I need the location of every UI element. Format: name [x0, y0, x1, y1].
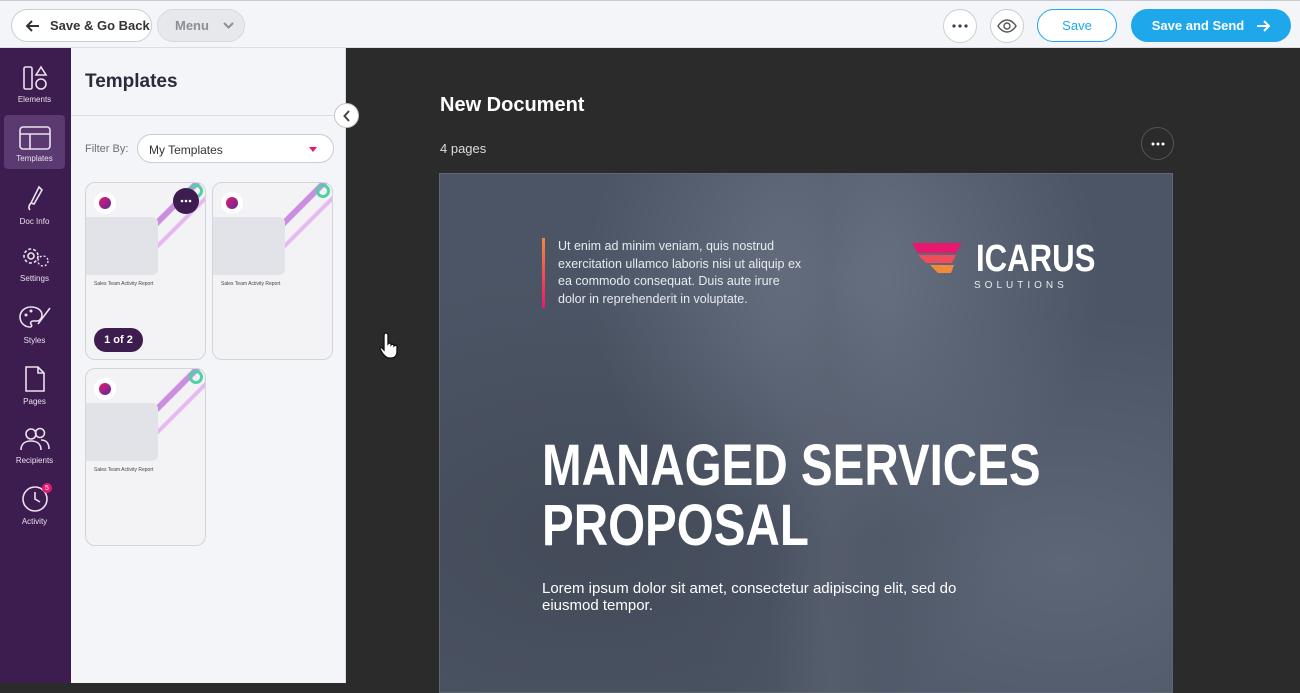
- rail-label-doc-info: Doc Info: [19, 217, 50, 226]
- template-pager-badge: 1 of 2: [94, 328, 143, 352]
- more-options-button[interactable]: [943, 9, 977, 43]
- brand-subtitle: SOLUTIONS: [974, 280, 1068, 291]
- brand-name: ICARUS: [976, 238, 1096, 280]
- rail-label-settings: Settings: [20, 274, 49, 283]
- caret-down-icon: [309, 147, 317, 152]
- more-horizontal-icon: [1151, 142, 1164, 145]
- rail-item-templates[interactable]: Templates: [4, 115, 65, 169]
- filter-value: My Templates: [149, 143, 223, 157]
- document-title[interactable]: New Document: [440, 94, 584, 117]
- headline-line-2: PROPOSAL: [542, 493, 809, 558]
- users-icon: [19, 427, 50, 451]
- headline-line-1: MANAGED SERVICES: [542, 433, 1041, 498]
- arrow-left-icon: [26, 19, 39, 32]
- rail-item-recipients[interactable]: Recipients: [4, 417, 65, 471]
- intro-quote: Ut enim ad minim veniam, quis nostrud ex…: [558, 239, 802, 306]
- hand-cursor-icon: [378, 331, 402, 364]
- proposal-headline: MANAGED SERVICES PROPOSAL: [542, 436, 1041, 556]
- template-card-3[interactable]: Sales Team Activity Report: [85, 368, 206, 546]
- rail-item-activity[interactable]: 5 Activity: [4, 478, 65, 532]
- gear-icon: [22, 248, 49, 267]
- menu-label: Menu: [175, 18, 209, 33]
- rail-label-elements: Elements: [17, 95, 52, 104]
- panel-title: Templates: [85, 71, 178, 92]
- page-count: 4 pages: [440, 141, 487, 156]
- template-thumbnail-graphic: [86, 403, 158, 461]
- rail-label-activity: Activity: [21, 517, 48, 526]
- rail-item-settings[interactable]: Settings: [4, 235, 65, 289]
- document-more-button[interactable]: [1141, 127, 1174, 160]
- template-ring-icon: [316, 184, 330, 198]
- chevron-left-icon: [342, 109, 350, 122]
- document-canvas: New Document 4 pages Ut enim ad minim ve…: [346, 48, 1300, 693]
- save-and-go-back-label: Save & Go Back: [50, 18, 150, 33]
- rail-label-styles: Styles: [23, 336, 46, 345]
- more-horizontal-icon: [952, 24, 968, 28]
- document-page-1[interactable]: Ut enim ad minim veniam, quis nostrud ex…: [439, 173, 1173, 693]
- template-name: Sales Team Activity Report: [94, 467, 154, 473]
- template-card-2[interactable]: Sales Team Activity Report: [212, 182, 333, 360]
- collapse-panel-button[interactable]: [334, 103, 359, 128]
- menu-button[interactable]: Menu: [157, 9, 245, 42]
- save-and-send-label: Save and Send: [1151, 18, 1245, 33]
- templates-panel: Templates Filter By: My Templates Sales …: [71, 48, 346, 683]
- top-toolbar: Save & Go Back Menu Save Save and Send: [0, 0, 1300, 48]
- filter-select[interactable]: My Templates: [137, 134, 334, 163]
- template-card-1[interactable]: Sales Team Activity Report 1 of 2: [85, 182, 206, 360]
- pen-icon: [27, 185, 43, 211]
- template-logo-icon: [94, 378, 116, 400]
- filter-label: Filter By:: [85, 143, 129, 155]
- rail-item-pages[interactable]: Pages: [4, 358, 65, 412]
- template-logo-icon: [94, 192, 116, 214]
- eye-icon: [997, 19, 1017, 33]
- template-thumbnail-graphic: [86, 217, 158, 275]
- brand-logo: ICARUS: [912, 240, 1122, 278]
- chevron-down-icon: [223, 22, 234, 29]
- preview-button[interactable]: [990, 9, 1024, 43]
- activity-badge: 5: [42, 483, 52, 493]
- template-logo-icon: [221, 192, 243, 214]
- templates-icon: [18, 126, 51, 150]
- more-horizontal-icon: [180, 199, 192, 203]
- save-and-send-button[interactable]: Save and Send: [1131, 9, 1291, 42]
- rail-item-elements[interactable]: Elements: [4, 56, 65, 110]
- save-and-go-back-button[interactable]: Save & Go Back: [11, 9, 152, 42]
- proposal-subline: Lorem ipsum dolor sit amet, consectetur …: [542, 580, 957, 614]
- save-button[interactable]: Save: [1037, 9, 1117, 42]
- panel-divider: [71, 115, 346, 116]
- template-thumbnail-graphic: [213, 217, 285, 275]
- template-name: Sales Team Activity Report: [94, 281, 154, 287]
- elements-icon: [22, 65, 47, 90]
- rail-item-styles[interactable]: Styles: [4, 297, 65, 351]
- rail-label-pages: Pages: [23, 397, 46, 406]
- rail-label-recipients: Recipients: [15, 456, 54, 465]
- template-more-button[interactable]: [173, 188, 199, 214]
- arrow-right-icon: [1257, 19, 1271, 32]
- quote-accent-bar: [542, 238, 545, 308]
- rail-label-templates: Templates: [16, 154, 53, 163]
- palette-icon: [18, 306, 51, 328]
- rail-item-doc-info[interactable]: Doc Info: [4, 178, 65, 232]
- save-label: Save: [1062, 18, 1092, 33]
- template-name: Sales Team Activity Report: [221, 281, 281, 287]
- icarus-wing-icon: [912, 243, 962, 273]
- left-nav-rail: Elements Templates Doc Info Settings Sty…: [0, 48, 71, 683]
- template-ring-icon: [189, 370, 203, 384]
- page-icon: [24, 366, 45, 392]
